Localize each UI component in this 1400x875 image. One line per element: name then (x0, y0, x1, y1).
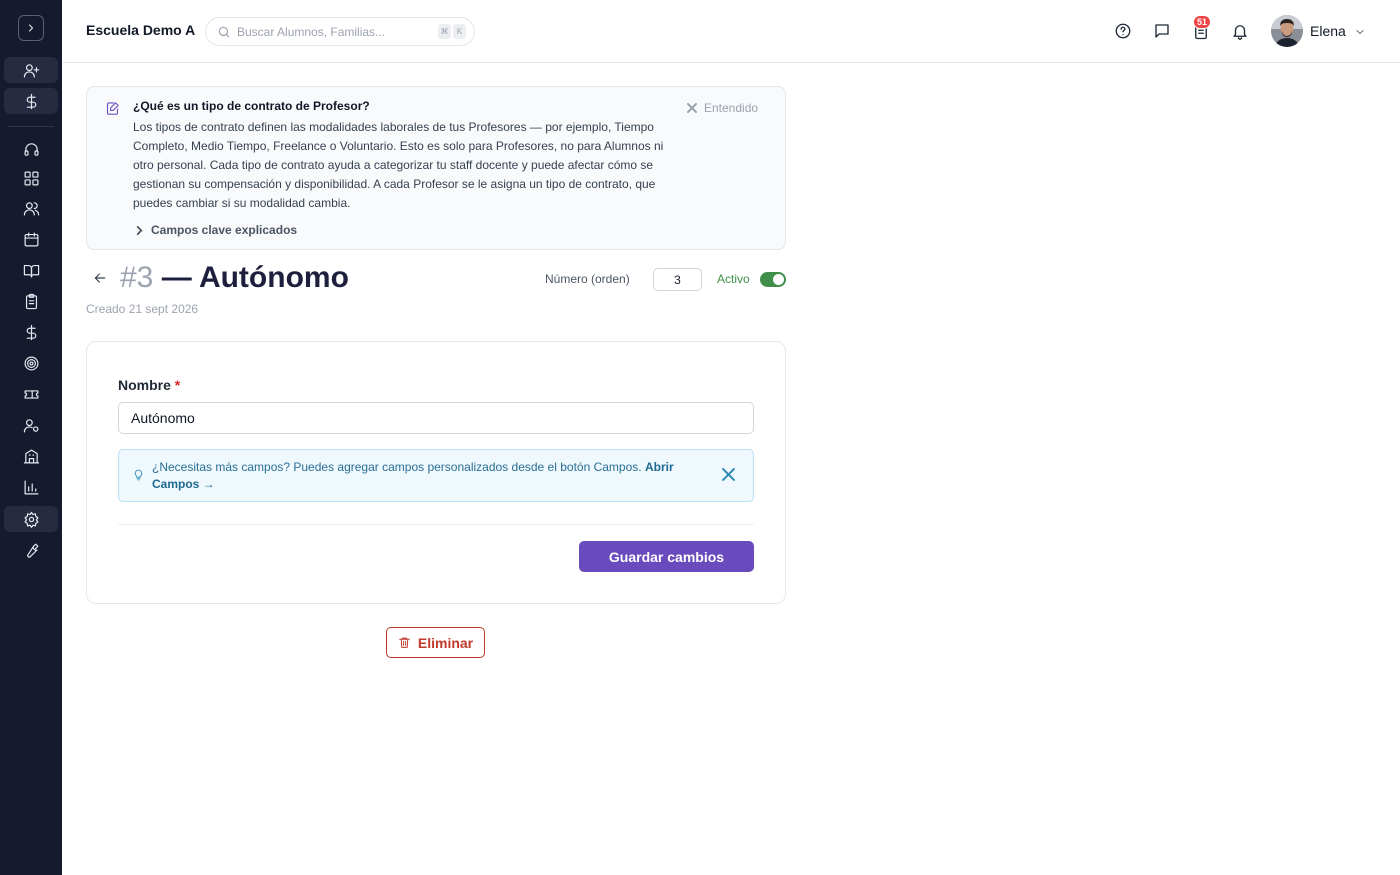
form-divider (118, 524, 754, 525)
chevron-right-icon (28, 24, 34, 32)
sidebar-item-payments[interactable] (4, 88, 58, 114)
arrow-left-icon (94, 273, 106, 283)
info-banner: ¿Qué es un tipo de contrato de Profesor?… (86, 86, 786, 250)
user-menu-toggle[interactable] (1354, 25, 1366, 37)
record-title: — Autónomo (161, 261, 349, 294)
sidebar-item-add-student[interactable] (4, 57, 58, 83)
user-name[interactable]: Elena (1310, 23, 1346, 39)
sidebar-item-billing[interactable] (4, 319, 58, 345)
tip-close-button[interactable] (722, 468, 738, 484)
messages-button[interactable] (1152, 21, 1172, 41)
search-input[interactable] (237, 22, 427, 42)
users-icon (23, 201, 39, 215)
book-icon (23, 264, 39, 277)
bar-chart-icon (24, 480, 38, 494)
name-field-label: Nombre * (118, 377, 180, 393)
shortcut-key-k: K (453, 24, 466, 39)
info-body: Los tipos de contrato definen las modali… (133, 120, 664, 210)
help-icon (1115, 23, 1131, 39)
search-box[interactable]: ⌘ K (205, 17, 475, 46)
contract-edit-icon (105, 101, 121, 117)
name-label-text: Nombre (118, 377, 171, 393)
sidebar-item-settings[interactable] (4, 506, 58, 532)
order-label: Número (orden) (545, 272, 630, 286)
key-fields-toggle[interactable]: Campos clave explicados (135, 223, 297, 237)
sidebar-item-goals[interactable] (4, 350, 58, 376)
close-icon (687, 103, 697, 113)
dashboard-icon (24, 171, 38, 185)
order-input[interactable] (653, 268, 702, 291)
sidebar-item-people[interactable] (4, 195, 58, 221)
wrench-icon (26, 543, 38, 558)
user-photo-icon (1271, 15, 1303, 47)
sidebar-item-courses[interactable] (4, 257, 58, 283)
page-title: #3 — Autónomo (120, 261, 349, 295)
chevron-right-icon (136, 225, 143, 235)
gear-icon (24, 511, 38, 528)
delete-button[interactable]: Eliminar (386, 627, 485, 658)
tip-message: ¿Necesitas más campos? Puedes agregar ca… (152, 460, 642, 474)
active-toggle[interactable] (760, 272, 786, 287)
back-button[interactable] (92, 270, 110, 288)
notification-count-badge: 51 (1193, 15, 1212, 29)
close-icon (722, 468, 735, 481)
chat-icon (1155, 24, 1169, 38)
sidebar-item-dashboard[interactable] (4, 165, 58, 191)
notifications-button[interactable] (1230, 21, 1250, 41)
trash-icon (399, 637, 410, 648)
clipboard-icon (25, 293, 37, 309)
sidebar (0, 0, 62, 875)
school-name: Escuela Demo A (86, 22, 196, 38)
user-cog-icon (23, 418, 38, 432)
building-icon (23, 449, 39, 463)
sidebar-item-reports[interactable] (4, 474, 58, 500)
calendar-icon (24, 232, 38, 246)
name-input[interactable] (118, 402, 754, 434)
user-plus-icon (23, 63, 39, 77)
active-label: Activo (717, 272, 750, 286)
help-button[interactable] (1113, 21, 1133, 41)
chevron-down-icon (1356, 30, 1364, 34)
delete-label: Eliminar (417, 634, 474, 651)
top-bar: Escuela Demo A ⌘ K 51 Elena (62, 0, 1400, 63)
info-dismiss-button[interactable]: Entendido (687, 101, 758, 115)
save-button[interactable]: Guardar cambios (579, 541, 754, 572)
info-dismiss-label: Entendido (704, 101, 759, 115)
shortcut-key-cmd: ⌘ (438, 24, 451, 39)
bell-icon (1233, 25, 1247, 40)
required-mark: * (174, 377, 181, 393)
search-icon (218, 26, 230, 38)
record-number: #3 (120, 261, 154, 294)
sidebar-item-tickets[interactable] (4, 381, 58, 407)
sidebar-item-facilities[interactable] (4, 443, 58, 469)
headset-icon (24, 142, 38, 156)
sidebar-item-support[interactable] (4, 136, 58, 162)
toggle-knob (773, 274, 784, 285)
sidebar-divider (8, 126, 54, 127)
key-fields-label: Campos clave explicados (151, 223, 298, 237)
dollar-icon (26, 324, 36, 340)
sidebar-expand-button[interactable] (18, 15, 44, 41)
sidebar-item-calendar[interactable] (4, 226, 58, 252)
created-date: Creado 21 sept 2026 (86, 302, 199, 316)
custom-fields-tip: ¿Necesitas más campos? Puedes agregar ca… (118, 449, 754, 502)
tip-text: ¿Necesitas más campos? Puedes agregar ca… (152, 459, 702, 493)
avatar[interactable] (1271, 15, 1303, 47)
sidebar-item-tools[interactable] (4, 537, 58, 563)
target-icon (24, 356, 38, 370)
dollar-icon (26, 93, 36, 109)
ticket-icon (24, 389, 38, 399)
lightbulb-icon (132, 468, 146, 482)
info-title: ¿Qué es un tipo de contrato de Profesor? (133, 99, 370, 113)
sidebar-item-tasks[interactable] (4, 288, 58, 314)
edit-form-card: Nombre * ¿Necesitas más campos? Puedes a… (86, 341, 786, 604)
sidebar-item-staff[interactable] (4, 412, 58, 438)
